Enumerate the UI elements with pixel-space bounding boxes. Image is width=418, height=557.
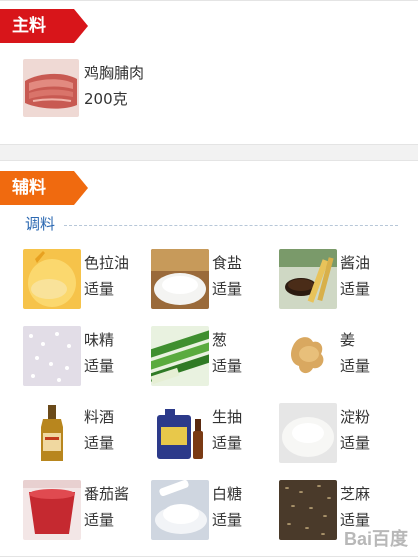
baidu-watermark: Bai百度 <box>343 529 408 549</box>
ingredient-amount: 适量 <box>212 280 243 298</box>
ingredient-name: 番茄酱 <box>84 485 130 503</box>
ingredient-name: 姜 <box>340 331 356 349</box>
main-ingredient-ribbon: 主料 <box>0 9 88 43</box>
salt-photo <box>151 249 209 309</box>
ingredient-amount: 适量 <box>340 280 371 298</box>
ingredient-item: 食盐 适量 <box>151 249 279 311</box>
ingredient-name: 料酒 <box>84 408 115 426</box>
ingredient-name: 生抽 <box>212 408 243 426</box>
ingredient-name: 芝麻 <box>340 485 371 503</box>
aux-ingredient-card: 辅料 调料 色拉油 适量 食盐 适量 酱油 适量 味精 适量 葱 适量 姜 适量… <box>0 160 418 557</box>
ingredient-item: 葱 适量 <box>151 326 279 388</box>
ingredient-item: 淀粉 适量 <box>279 403 407 465</box>
sesame-photo <box>279 480 337 540</box>
ingredient-amount: 适量 <box>212 511 243 529</box>
aux-ingredient-ribbon-label: 辅料 <box>12 178 46 198</box>
ingredient-name: 酱油 <box>340 254 371 272</box>
ingredient-item: 番茄酱 适量 <box>23 480 151 542</box>
main-ingredient-amount: 200克 <box>84 90 128 108</box>
aux-ingredient-ribbon: 辅料 <box>0 171 88 205</box>
ingredient-amount: 适量 <box>340 434 371 452</box>
light-soy-photo <box>151 403 209 463</box>
ingredient-amount: 适量 <box>212 434 243 452</box>
ingredient-name: 白糖 <box>212 485 243 503</box>
ingredient-item: 姜 适量 <box>279 326 407 388</box>
seasoning-subheading: 调料 <box>25 215 56 233</box>
ingredient-item: 酱油 适量 <box>279 249 407 311</box>
msg-photo <box>23 326 81 386</box>
ingredient-amount: 适量 <box>340 357 371 375</box>
ingredient-amount: 适量 <box>84 280 115 298</box>
ingredient-name: 葱 <box>212 331 228 349</box>
main-ingredient-ribbon-label: 主料 <box>12 16 46 36</box>
main-ingredient-name: 鸡胸脯肉 <box>84 64 145 82</box>
sugar-photo <box>151 480 209 540</box>
seasoning-divider <box>64 225 398 226</box>
salad-oil-photo <box>23 249 81 309</box>
ingredient-name: 味精 <box>84 331 115 349</box>
scallion-photo <box>151 326 209 386</box>
ketchup-photo <box>23 480 81 540</box>
ingredient-item: 味精 适量 <box>23 326 151 388</box>
main-ingredient-card: 主料 鸡胸脯肉 200克 <box>0 0 418 145</box>
ingredient-item: 生抽 适量 <box>151 403 279 465</box>
ingredient-name: 淀粉 <box>340 408 371 426</box>
soy-sauce-photo <box>279 249 337 309</box>
chicken-breast-photo <box>23 59 79 117</box>
ingredient-name: 食盐 <box>212 254 243 272</box>
ingredient-amount: 适量 <box>84 357 115 375</box>
ingredient-amount: 适量 <box>84 511 115 529</box>
ingredient-name: 色拉油 <box>84 254 130 272</box>
cooking-wine-photo <box>23 403 81 463</box>
ingredient-item: 色拉油 适量 <box>23 249 151 311</box>
ginger-photo <box>279 326 337 386</box>
starch-photo <box>279 403 337 463</box>
ingredient-item: 白糖 适量 <box>151 480 279 542</box>
ingredient-amount: 适量 <box>212 357 243 375</box>
ingredient-amount: 适量 <box>84 434 115 452</box>
ingredient-item: 料酒 适量 <box>23 403 151 465</box>
